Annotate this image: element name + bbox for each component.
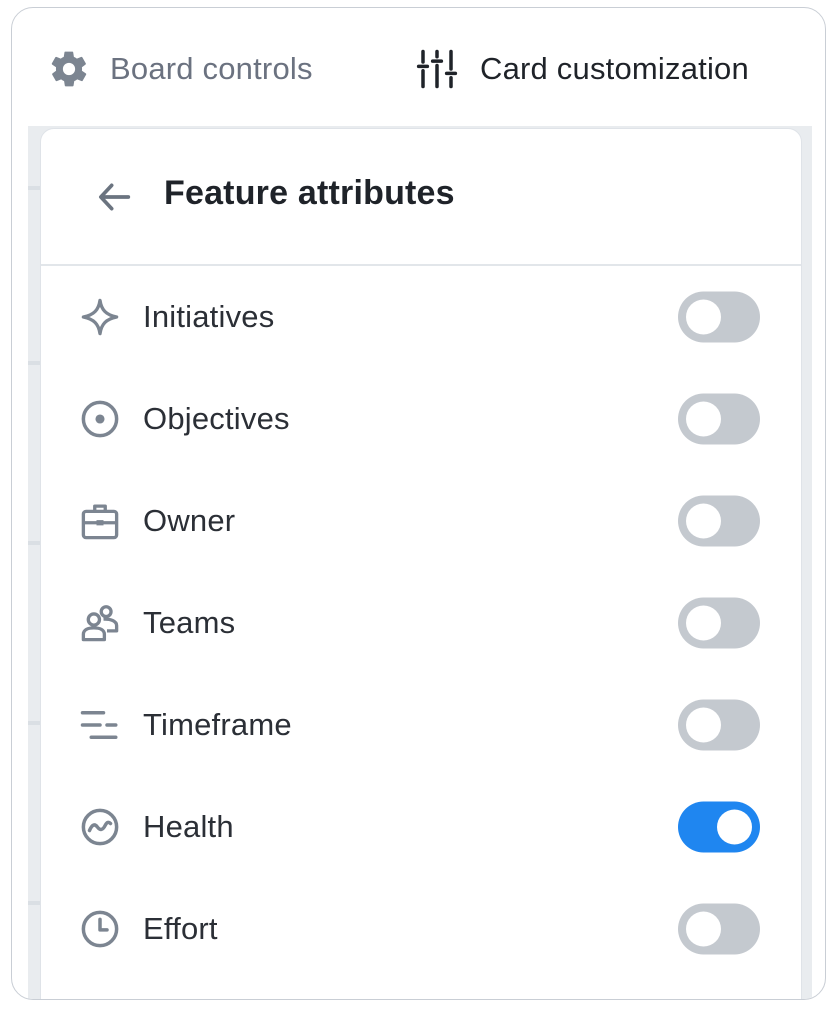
tab-card-customization-label: Card customization xyxy=(480,51,749,86)
attribute-label: Health xyxy=(143,809,234,844)
attribute-row-owner: Owner xyxy=(41,470,801,572)
health-icon xyxy=(78,805,122,849)
panel-title: Feature attributes xyxy=(164,174,455,212)
attribute-row-initiatives: Initiatives xyxy=(41,266,801,368)
sparkle-icon xyxy=(78,295,122,339)
clock-icon xyxy=(78,907,122,951)
tab-bar: Board controls Card customization xyxy=(12,8,825,126)
toggle-effort[interactable] xyxy=(678,903,760,955)
timeframe-icon xyxy=(78,703,122,747)
toggle-health[interactable] xyxy=(678,801,760,853)
target-icon xyxy=(78,397,122,441)
sliders-icon xyxy=(416,48,458,90)
arrow-left-icon xyxy=(95,177,135,222)
attribute-row-objectives: Objectives xyxy=(41,368,801,470)
attribute-label: Teams xyxy=(143,605,236,640)
briefcase-icon xyxy=(78,499,122,543)
toggle-owner[interactable] xyxy=(678,495,760,547)
attribute-label: Timeframe xyxy=(143,707,292,742)
toggle-initiatives[interactable] xyxy=(678,291,760,343)
attribute-list: Initiatives Objectives Owner Teams Timef… xyxy=(41,266,801,980)
attribute-label: Objectives xyxy=(143,401,290,436)
tab-board-controls-label: Board controls xyxy=(110,51,313,86)
attribute-label: Effort xyxy=(143,911,218,946)
tab-card-customization[interactable]: Card customization xyxy=(416,48,749,90)
feature-attributes-panel: Feature attributes Initiatives Objective… xyxy=(40,128,802,999)
toggle-teams[interactable] xyxy=(678,597,760,649)
attribute-row-health: Health xyxy=(41,776,801,878)
window-frame: Board controls Card customization Featur… xyxy=(11,7,826,1000)
toggle-timeframe[interactable] xyxy=(678,699,760,751)
attribute-label: Owner xyxy=(143,503,236,538)
tab-board-controls[interactable]: Board controls xyxy=(48,48,313,90)
gear-icon xyxy=(48,48,90,90)
team-icon xyxy=(78,601,122,645)
panel-header: Feature attributes xyxy=(41,129,801,266)
attribute-row-effort: Effort xyxy=(41,878,801,980)
attribute-row-teams: Teams xyxy=(41,572,801,674)
back-button[interactable] xyxy=(93,177,137,221)
attribute-row-timeframe: Timeframe xyxy=(41,674,801,776)
toggle-objectives[interactable] xyxy=(678,393,760,445)
attribute-label: Initiatives xyxy=(143,299,275,334)
